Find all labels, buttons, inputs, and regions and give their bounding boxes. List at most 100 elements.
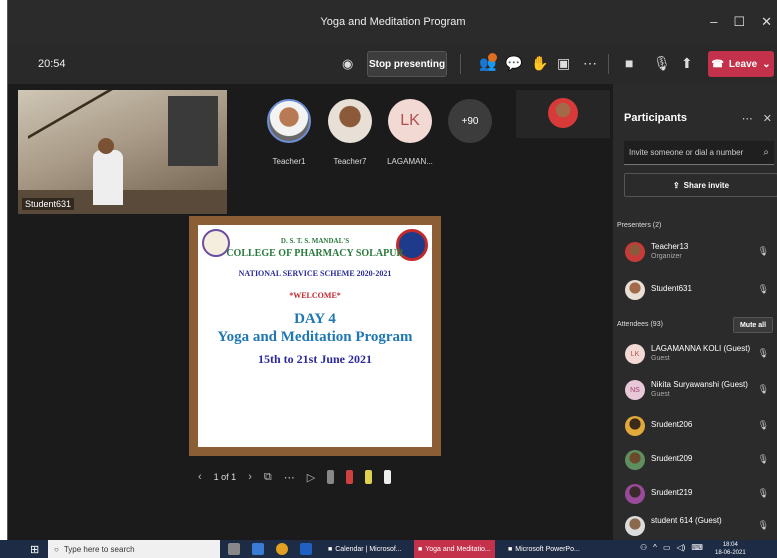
slides-icon[interactable]: ⧉	[264, 471, 272, 484]
meeting-toolbar: 20:54 ◉ Stop presenting 👥 💬 ✋ ▣ ⋯ ■ 🎙 ⬆ …	[8, 44, 777, 84]
share-invite-button[interactable]: ⇪ Share invite	[624, 173, 777, 197]
pointer-icon[interactable]: ▷	[307, 471, 315, 484]
edge-icon[interactable]	[300, 543, 312, 555]
participant-row[interactable]: Teacher13 Organizer 🎙	[625, 240, 775, 266]
mic-off-icon: 🎙	[757, 488, 769, 498]
page-indicator: 1 of 1	[213, 472, 237, 482]
close-icon[interactable]: ✕	[763, 112, 772, 125]
more-icon[interactable]: ⋯	[284, 471, 295, 484]
file-explorer-icon[interactable]	[252, 543, 264, 555]
invite-input[interactable]: Invite someone or dial a number ⌕	[624, 141, 774, 165]
mic-icon[interactable]	[228, 543, 240, 555]
avatar	[625, 280, 645, 300]
windows-start-icon[interactable]: ⊞	[30, 543, 39, 556]
network-icon[interactable]: ▭	[663, 543, 671, 552]
avatar	[625, 242, 645, 262]
phone-icon: ☎	[711, 58, 724, 70]
volume-icon[interactable]: ◁)	[677, 543, 686, 552]
participant-name: Teacher13	[651, 242, 689, 251]
meeting-stage: Student631 Teacher1 Teacher7 LK LAGAMAN.…	[8, 84, 613, 540]
mic-off-icon[interactable]: 🎙	[653, 55, 671, 72]
overflow-tile[interactable]: +90	[442, 99, 498, 143]
tile-label: LAGAMAN...	[387, 157, 433, 166]
toolbar-divider	[460, 54, 461, 74]
avatar-initials: NS	[625, 380, 645, 400]
participant-row[interactable]: Srudent209 🎙	[625, 448, 775, 474]
participant-row[interactable]: Student631 🎙	[625, 278, 775, 304]
tile-label: Teacher1	[272, 157, 306, 166]
notification-badge	[488, 53, 497, 62]
participant-row[interactable]: NS Nikita Suryawanshi (Guest) Guest 🎙	[625, 378, 775, 404]
share-icon[interactable]: ⬆	[681, 55, 693, 72]
chevron-left-icon[interactable]: ‹	[198, 471, 202, 483]
self-video-tile[interactable]	[516, 90, 610, 138]
participant-row[interactable]: LK LAGAMANNA KOLI (Guest) Guest 🎙	[625, 342, 775, 368]
chevron-right-icon[interactable]: ›	[248, 471, 252, 483]
avatar	[625, 450, 645, 470]
taskbar-app-powerpoint[interactable]: ■ Microsoft PowerPo...	[504, 540, 584, 558]
taskbar-app-meeting[interactable]: ■ Yoga and Meditatio...	[414, 540, 495, 558]
stop-presenting-button[interactable]: Stop presenting	[367, 51, 447, 77]
participant-row[interactable]: student 614 (Guest) 🎙	[625, 514, 775, 540]
video-person	[93, 150, 123, 205]
participant-tile[interactable]: LK LAGAMAN...	[382, 99, 438, 166]
slide-content: D. S. T. S. MANDAL'S COLLEGE OF PHARMACY…	[198, 225, 432, 447]
invite-placeholder: Invite someone or dial a number	[629, 148, 744, 157]
taskbar-search-box[interactable]: ○ Type here to search	[48, 540, 220, 558]
participant-tile[interactable]: Teacher7	[322, 99, 378, 166]
slide-line: COLLEGE OF PHARMACY SOLAPUR	[226, 248, 404, 259]
slide-line: 15th to 21st June 2021	[257, 352, 372, 366]
taskbar-app-calendar[interactable]: ■ Calendar | Microsof...	[324, 540, 406, 558]
participant-name: Nikita Suryawanshi (Guest)	[651, 380, 748, 389]
chevron-down-icon[interactable]: ⌄	[762, 59, 770, 70]
close-button[interactable]: ✕	[761, 14, 772, 30]
highlighter-icon[interactable]	[365, 470, 373, 484]
eye-icon[interactable]: ◉	[342, 56, 353, 72]
mute-all-button[interactable]: Mute all	[733, 317, 773, 333]
presenters-heading[interactable]: Presenters (2)	[617, 222, 661, 229]
system-clock[interactable]: 18:04 18-06-2021	[715, 541, 746, 557]
chrome-icon[interactable]	[276, 543, 288, 555]
mic-off-icon: 🎙	[757, 520, 769, 530]
participant-name: student 614 (Guest)	[651, 516, 722, 525]
keyboard-icon[interactable]: ⌨	[691, 543, 703, 552]
more-icon[interactable]: ⋯	[742, 112, 753, 125]
avatar	[625, 416, 645, 436]
chevron-up-icon[interactable]: ^	[653, 543, 657, 552]
mic-off-icon: 🎙	[757, 454, 769, 464]
more-icon[interactable]: ⋯	[583, 55, 597, 72]
camera-off-icon[interactable]: ■	[625, 55, 633, 71]
windows-taskbar: ⊞ ○ Type here to search ■ Calendar | Mic…	[0, 540, 777, 558]
pen-red-icon[interactable]	[346, 470, 354, 484]
slide-line: *WELCOME*	[289, 291, 341, 300]
taskbar-app-label: Calendar | Microsof...	[335, 545, 402, 553]
system-tray: ⚇ ^ ▭ ◁) ⌨	[640, 543, 703, 552]
rooms-icon[interactable]: ▣	[557, 55, 570, 72]
eraser-icon[interactable]	[384, 470, 392, 484]
camera-video[interactable]: Student631	[18, 90, 227, 214]
pen-gray-icon[interactable]	[327, 470, 335, 484]
participant-tile[interactable]: Teacher1	[261, 99, 317, 166]
avatar	[328, 99, 372, 143]
video-doorway	[168, 96, 218, 166]
share-icon: ⇪	[672, 180, 680, 190]
share-invite-label: Share invite	[683, 180, 730, 190]
participant-name: Student631	[651, 284, 692, 293]
people-icon[interactable]: ⚇	[640, 543, 647, 552]
participants-panel: Participants ⋯ ✕ Invite someone or dial …	[613, 84, 777, 540]
panel-controls: ⋯ ✕	[742, 112, 772, 125]
maximize-button[interactable]: ☐	[733, 14, 745, 30]
raise-hand-icon[interactable]: ✋	[531, 55, 548, 72]
participant-row[interactable]: Srudent219 🎙	[625, 482, 775, 508]
leave-button[interactable]: ☎ Leave ⌄	[708, 51, 774, 77]
clock-time: 18:04	[722, 542, 738, 548]
avatar	[625, 484, 645, 504]
teams-icon: ■	[418, 545, 423, 553]
avatar	[625, 516, 645, 536]
participant-name: Srudent209	[651, 454, 693, 463]
minimize-button[interactable]: –	[710, 14, 717, 30]
participant-row[interactable]: Srudent206 🎙	[625, 414, 775, 440]
attendees-heading[interactable]: Attendees (93)	[617, 321, 663, 328]
mic-off-icon: 🎙	[757, 284, 769, 294]
chat-icon[interactable]: 💬	[505, 55, 522, 72]
